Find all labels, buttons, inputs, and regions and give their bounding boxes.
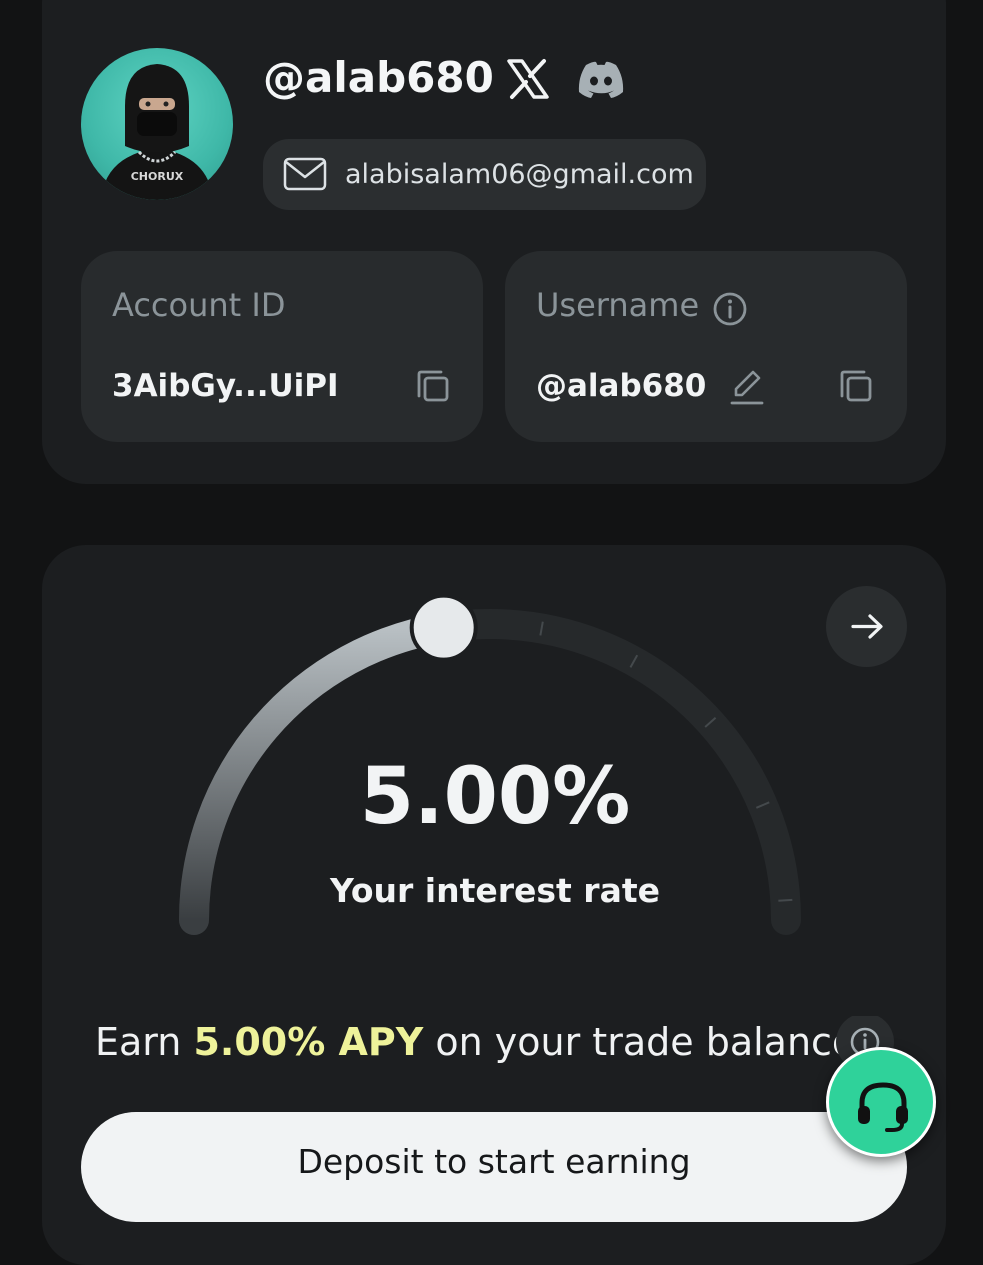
support-chat-button[interactable] bbox=[826, 1047, 936, 1157]
gauge-knob[interactable] bbox=[409, 593, 478, 662]
username-box: Username @alab680 bbox=[505, 251, 907, 442]
account-id-box: Account ID 3AibGy...UiPI bbox=[81, 251, 483, 442]
earn-suffix: on your trade balance bbox=[435, 1020, 856, 1064]
username-label: Username bbox=[536, 286, 700, 324]
interest-rate-value: 5.00% bbox=[359, 752, 631, 842]
discord-icon[interactable] bbox=[576, 60, 626, 98]
headset-icon bbox=[858, 1082, 908, 1132]
earn-prefix: Earn bbox=[95, 1020, 182, 1064]
arrow-right-button[interactable] bbox=[826, 586, 907, 667]
account-id-label: Account ID bbox=[112, 286, 286, 324]
earn-apy-text: Earn 5.00% APY on your trade balance bbox=[95, 1014, 855, 1070]
username-value: @alab680 bbox=[536, 368, 707, 404]
copy-icon[interactable] bbox=[838, 368, 874, 404]
account-id-value: 3AibGy...UiPI bbox=[112, 368, 339, 404]
earn-apy-value: 5.00% APY bbox=[193, 1020, 424, 1064]
email-pill: alabisalam06@gmail.com bbox=[263, 139, 706, 210]
profile-handle: @alab680 bbox=[263, 53, 494, 102]
email-text: alabisalam06@gmail.com bbox=[345, 159, 694, 190]
deposit-button[interactable]: Deposit to start earning bbox=[81, 1112, 907, 1222]
x-icon[interactable] bbox=[506, 58, 550, 100]
avatar-image: CHORUX bbox=[101, 64, 213, 200]
edit-pencil-icon[interactable] bbox=[729, 368, 765, 406]
avatar-shirt-text: CHORUX bbox=[131, 170, 184, 183]
info-icon[interactable] bbox=[712, 291, 748, 327]
mail-icon bbox=[283, 157, 327, 191]
avatar[interactable]: CHORUX bbox=[81, 48, 233, 200]
copy-icon[interactable] bbox=[415, 368, 451, 404]
interest-rate-label: Your interest rate bbox=[329, 871, 661, 910]
arrow-right-icon bbox=[851, 614, 883, 639]
